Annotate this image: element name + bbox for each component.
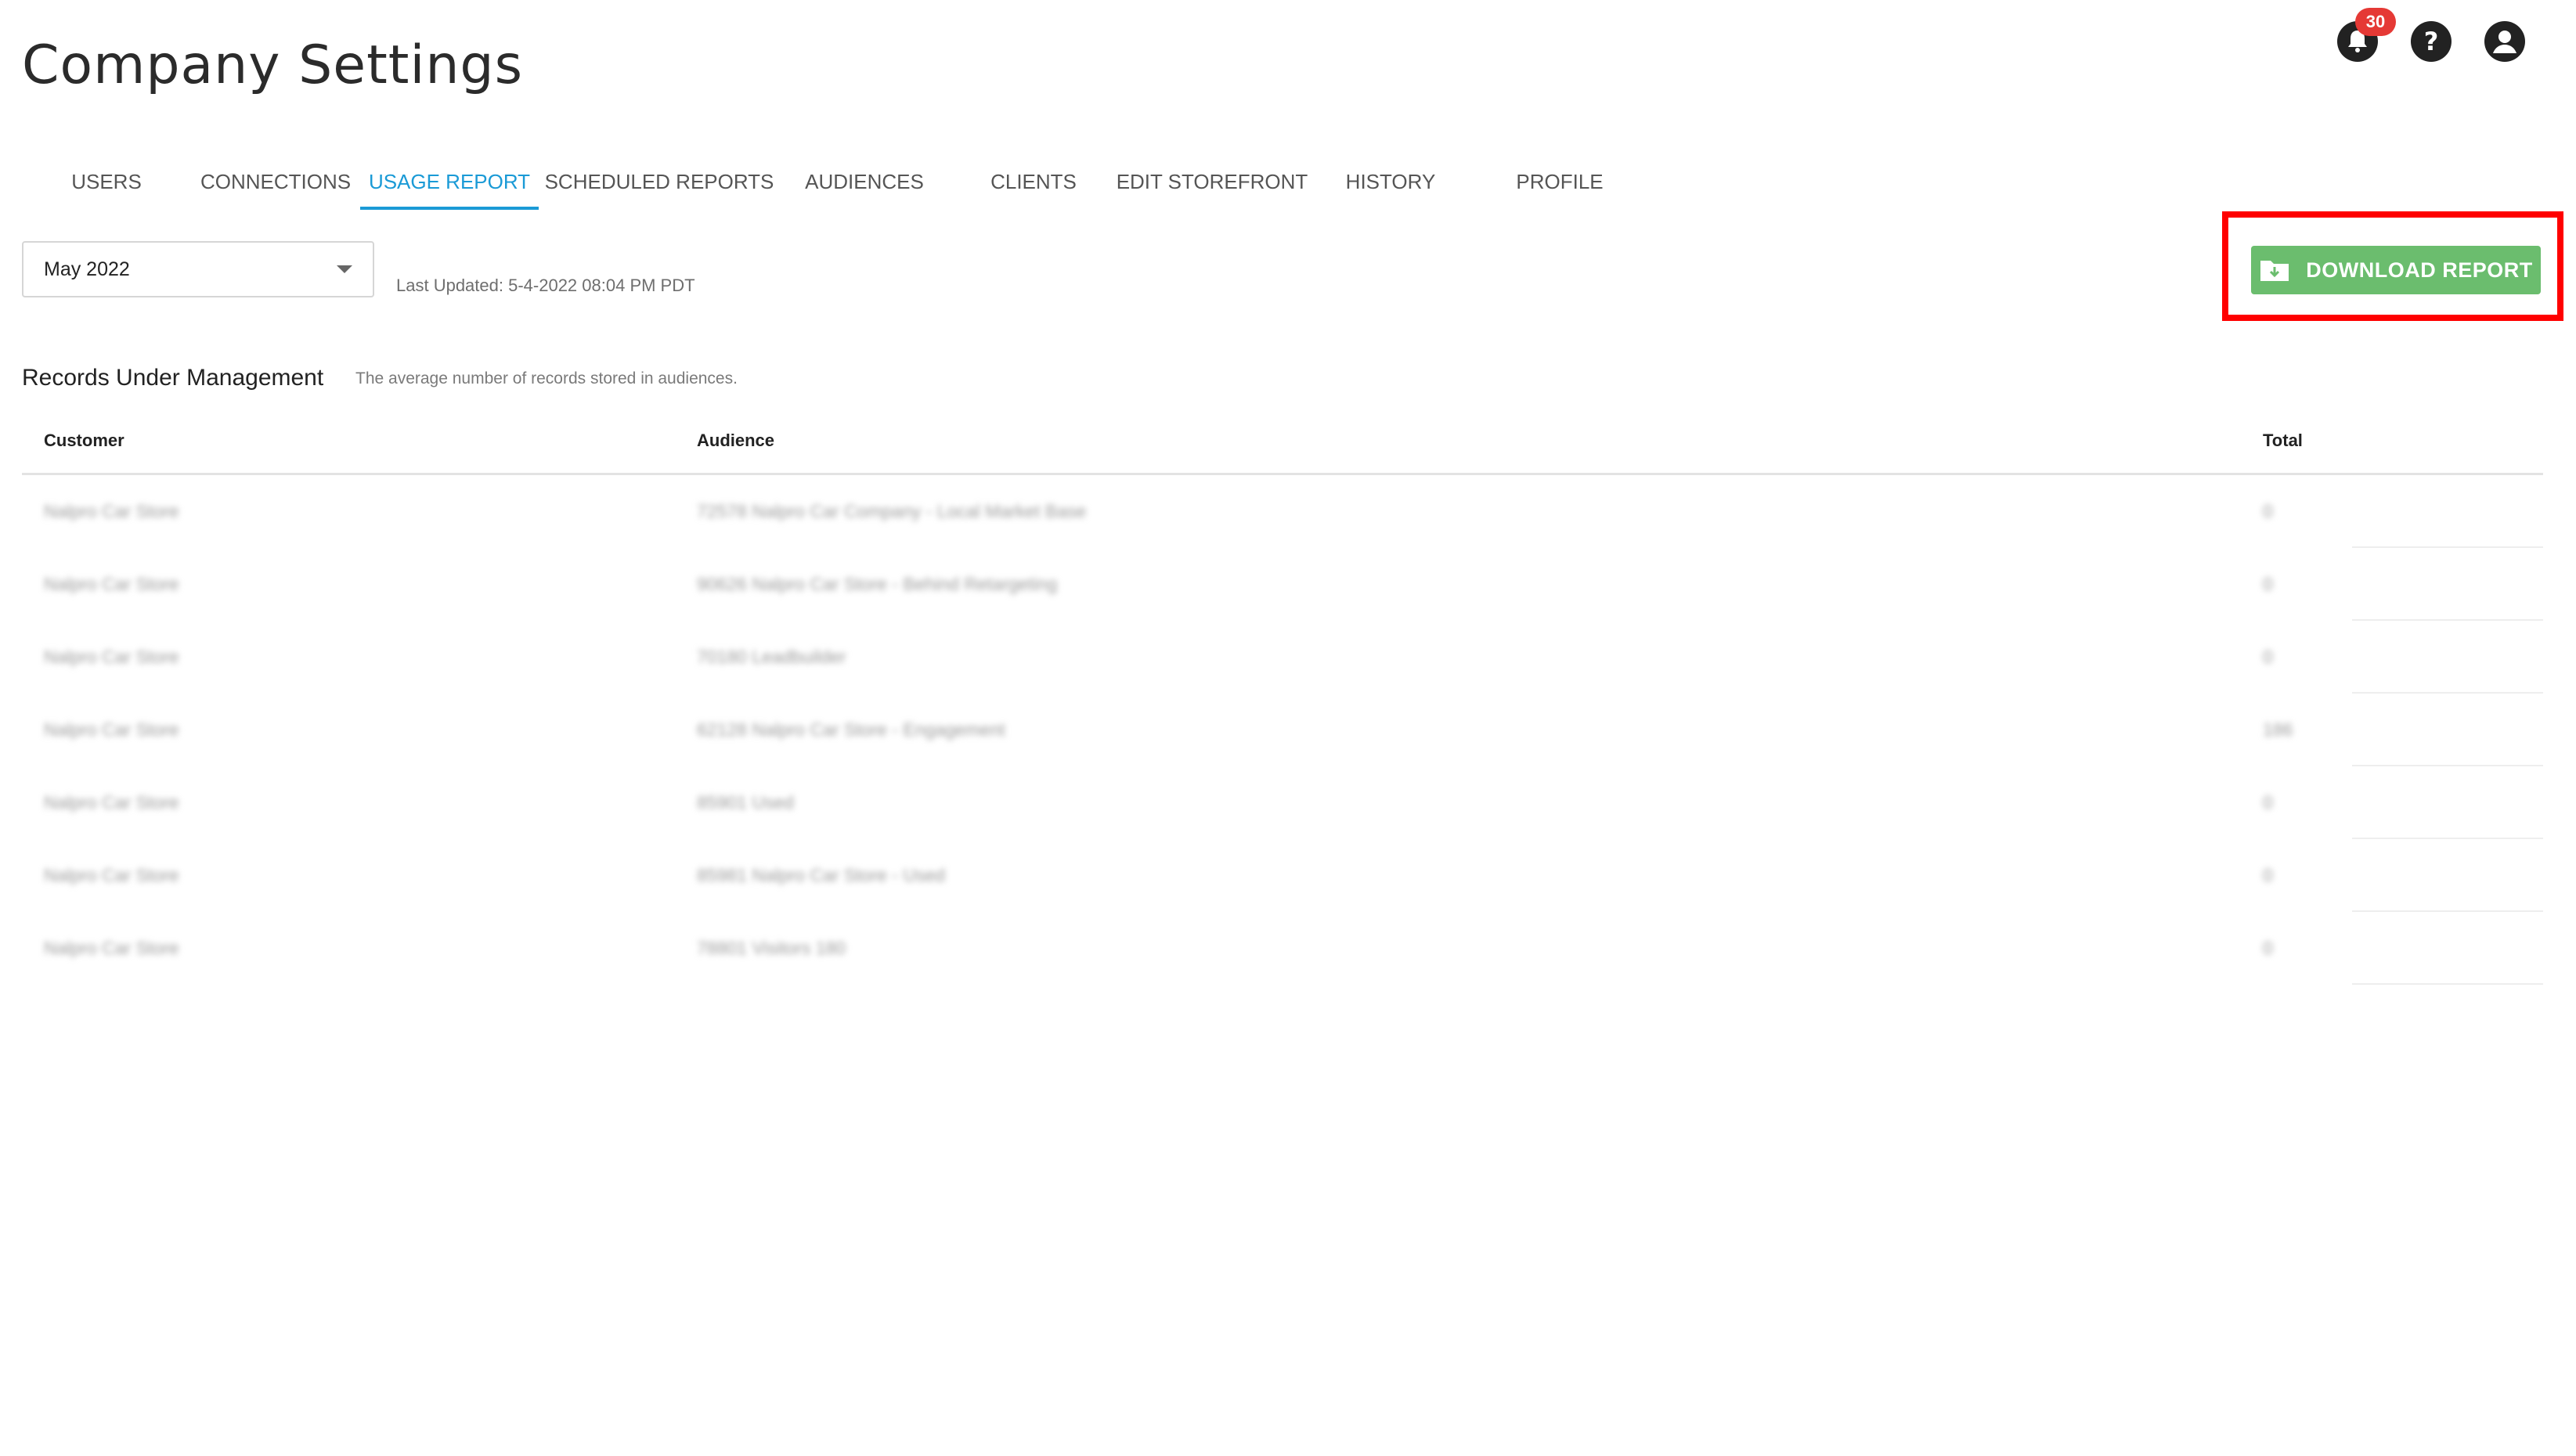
total-cell: 0 [2263, 647, 2273, 667]
page-title: Company Settings [22, 34, 524, 96]
tab-usage-report[interactable]: USAGE REPORT [360, 153, 539, 210]
download-report-label: DOWNLOAD REPORT [2306, 258, 2533, 282]
customer-cell: Nalpro Car Store [44, 719, 179, 740]
tab-connections[interactable]: CONNECTIONS [191, 153, 360, 210]
total-cell: 0 [2263, 574, 2273, 594]
help-button[interactable]: ? [2410, 20, 2452, 63]
customer-cell: Nalpro Car Store [44, 792, 179, 813]
section-title: Records Under Management [22, 365, 324, 391]
audience-cell: 78801 Visitors 180 [697, 938, 846, 958]
customer-cell: Nalpro Car Store [44, 938, 179, 958]
chevron-down-icon [337, 265, 352, 273]
customer-cell: Nalpro Car Store [44, 501, 179, 521]
audience-cell: 70180 Leadbuilder [697, 647, 846, 667]
last-updated-text: Last Updated: 5-4-2022 08:04 PM PDT [396, 276, 695, 295]
account-button[interactable] [2484, 20, 2526, 63]
download-report-button[interactable]: DOWNLOAD REPORT [2251, 246, 2541, 294]
table-row[interactable]: Nalpro Car Store 85981 Nalpro Car Store … [22, 839, 2543, 912]
tab-users[interactable]: USERS [22, 153, 191, 210]
month-select-value: May 2022 [44, 258, 130, 280]
tab-audiences[interactable]: AUDIENCES [780, 153, 949, 210]
account-icon [2484, 21, 2525, 62]
audience-cell: 85981 Nalpro Car Store - Used [697, 865, 946, 885]
table-row[interactable]: Nalpro Car Store 72578 Nalpro Car Compan… [22, 475, 2543, 548]
svg-text:?: ? [2424, 27, 2439, 56]
column-header-total[interactable]: Total [2263, 431, 2543, 451]
header-icons: 30 ? [2336, 8, 2526, 63]
customer-cell: Nalpro Car Store [44, 574, 179, 594]
notifications-button[interactable]: 30 [2336, 8, 2396, 63]
help-icon: ? [2411, 21, 2452, 62]
total-cell: 0 [2263, 938, 2273, 958]
total-cell: 0 [2263, 865, 2273, 885]
customer-cell: Nalpro Car Store [44, 865, 179, 885]
tab-clients[interactable]: CLIENTS [949, 153, 1118, 210]
tab-profile[interactable]: PROFILE [1475, 153, 1644, 210]
column-header-customer[interactable]: Customer [22, 431, 697, 451]
total-cell: 186 [2263, 719, 2293, 740]
audience-cell: 72578 Nalpro Car Company - Local Market … [697, 501, 1087, 521]
table-row[interactable]: Nalpro Car Store 90626 Nalpro Car Store … [22, 548, 2543, 621]
records-table: Customer Audience Total Nalpro Car Store… [22, 409, 2543, 985]
audience-cell: 62128 Nalpro Car Store - Engagement [697, 719, 1005, 740]
table-row[interactable]: Nalpro Car Store 70180 Leadbuilder 0 [22, 621, 2543, 694]
total-cell: 0 [2263, 501, 2273, 521]
table-row[interactable]: Nalpro Car Store 78801 Visitors 180 0 [22, 912, 2543, 985]
folder-download-icon [2260, 261, 2289, 281]
table-header: Customer Audience Total [22, 409, 2543, 475]
table-row[interactable]: Nalpro Car Store 62128 Nalpro Car Store … [22, 694, 2543, 766]
month-select[interactable]: May 2022 [22, 241, 374, 297]
section-subtitle: The average number of records stored in … [355, 369, 738, 387]
settings-tabs: USERS CONNECTIONS USAGE REPORT SCHEDULED… [22, 153, 1644, 210]
tab-scheduled-reports[interactable]: SCHEDULED REPORTS [539, 153, 780, 210]
total-cell: 0 [2263, 792, 2273, 813]
audience-cell: 90626 Nalpro Car Store - Behind Retarget… [697, 574, 1058, 594]
column-header-audience[interactable]: Audience [697, 431, 2263, 451]
tab-history[interactable]: HISTORY [1306, 153, 1475, 210]
customer-cell: Nalpro Car Store [44, 647, 179, 667]
audience-cell: 85901 Used [697, 792, 795, 813]
tab-edit-storefront[interactable]: EDIT STOREFRONT [1117, 153, 1308, 210]
table-row[interactable]: Nalpro Car Store 85901 Used 0 [22, 766, 2543, 839]
notification-badge: 30 [2355, 8, 2396, 36]
